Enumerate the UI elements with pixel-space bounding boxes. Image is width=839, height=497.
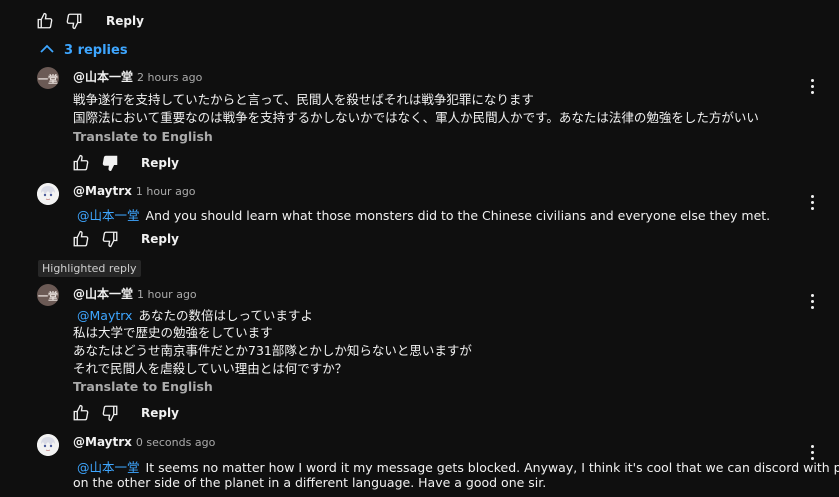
author-handle[interactable]: @山本一堂 xyxy=(73,287,133,301)
mention-link[interactable]: @Maytrx xyxy=(77,308,132,323)
comment-text: 私は大学で歴史の勉強をしています xyxy=(73,325,273,340)
more-options-icon[interactable] xyxy=(806,292,818,310)
timestamp[interactable]: 1 hour ago xyxy=(136,185,196,198)
translate-button[interactable]: Translate to English xyxy=(73,129,213,144)
timestamp[interactable]: 2 hours ago xyxy=(137,71,202,84)
avatar[interactable] xyxy=(37,434,59,456)
dislike-icon[interactable] xyxy=(100,403,120,423)
dislike-icon[interactable] xyxy=(100,229,120,249)
reply-button[interactable]: Reply xyxy=(141,232,179,246)
comment-body: あなたの数倍はしっていますよ xyxy=(138,308,313,323)
like-icon[interactable] xyxy=(71,229,91,249)
replies-count: 3 replies xyxy=(64,43,128,58)
reply-button[interactable]: Reply xyxy=(106,14,144,28)
dislike-icon[interactable] xyxy=(100,153,120,173)
comment-text: 国際法において重要なのは戦争を支持するかしないかではなく、軍人か民間人かです。あ… xyxy=(73,110,759,125)
comment-text: 戦争遂行を支持していたからと言って、民間人を殺せばそれは戦争犯罪になります xyxy=(73,92,534,107)
anime-avatar-icon xyxy=(37,183,59,205)
author-handle[interactable]: @Maytrx xyxy=(73,184,132,198)
mention-link[interactable]: @山本一堂 xyxy=(77,460,140,475)
author-handle[interactable]: @山本一堂 xyxy=(73,70,133,84)
avatar[interactable]: 一堂 xyxy=(37,67,59,89)
author-handle[interactable]: @Maytrx xyxy=(73,435,132,449)
chevron-up-icon xyxy=(40,43,54,58)
comment-text: あなたはどうせ南京事件だとか731部隊とかしか知らないと思いますが xyxy=(73,343,472,358)
comment-author[interactable]: @Maytrx 0 seconds ago xyxy=(73,435,215,449)
more-options-icon[interactable] xyxy=(806,193,818,211)
like-icon[interactable] xyxy=(35,11,55,31)
comment-author[interactable]: @山本一堂 2 hours ago xyxy=(73,68,202,85)
translate-button[interactable]: Translate to English xyxy=(73,379,213,394)
anime-avatar-icon xyxy=(37,434,59,456)
reply-button[interactable]: Reply xyxy=(141,156,179,170)
timestamp[interactable]: 0 seconds ago xyxy=(136,436,215,449)
avatar[interactable] xyxy=(37,183,59,205)
comment-author[interactable]: @Maytrx 1 hour ago xyxy=(73,184,196,198)
comment-text: @山本一堂 And you should learn what those mon… xyxy=(77,205,770,224)
highlighted-reply-badge: Highlighted reply xyxy=(38,260,141,277)
comment-text: on the other side of the planet in a dif… xyxy=(73,475,547,490)
like-icon[interactable] xyxy=(71,403,91,423)
replies-toggle[interactable]: 3 replies xyxy=(40,43,128,58)
comment-text: それで民間人を虐殺していい理由とは何ですか？ xyxy=(73,361,348,376)
reply-button[interactable]: Reply xyxy=(141,406,179,420)
comment-body: And you should learn what those monsters… xyxy=(145,208,771,223)
more-options-icon[interactable] xyxy=(806,77,818,95)
more-options-icon[interactable] xyxy=(806,443,818,461)
like-icon[interactable] xyxy=(71,153,91,173)
timestamp[interactable]: 1 hour ago xyxy=(137,288,197,301)
comment-author[interactable]: @山本一堂 1 hour ago xyxy=(73,285,197,302)
avatar[interactable]: 一堂 xyxy=(37,284,59,306)
comment-text: @山本一堂 It seems no matter how I word it my… xyxy=(77,457,839,476)
comment-body: It seems no matter how I word it my mess… xyxy=(145,460,839,475)
mention-link[interactable]: @山本一堂 xyxy=(77,208,140,223)
dislike-icon[interactable] xyxy=(64,11,84,31)
